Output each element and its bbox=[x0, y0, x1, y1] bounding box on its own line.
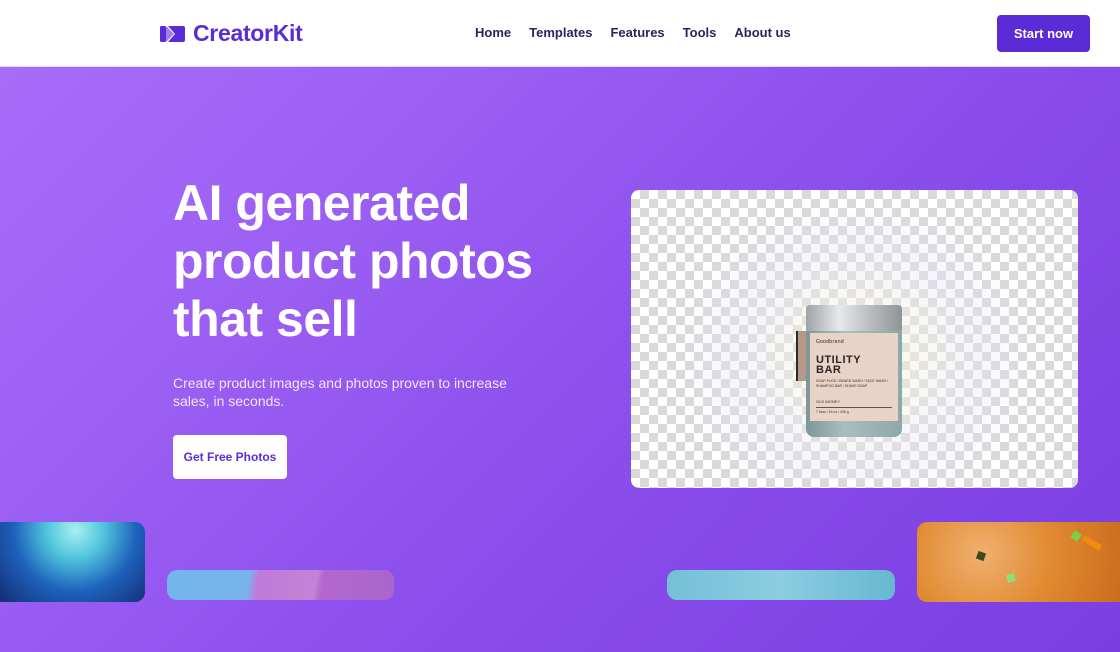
hero-product-image: Goodbrand UTILITY BAR SOAP PUCK / BEARD … bbox=[631, 190, 1078, 488]
play-video-icon bbox=[160, 25, 185, 43]
confetti-piece bbox=[1006, 573, 1016, 583]
headline-line-1: AI generated bbox=[173, 175, 470, 231]
product-weight: 7 bars / 16 oz / 426 g bbox=[816, 407, 892, 414]
jar-label: Goodbrand UTILITY BAR SOAP PUCK / BEARD … bbox=[810, 333, 898, 421]
product-brand: Goodbrand bbox=[816, 339, 844, 345]
headline-line-3: that sell bbox=[173, 291, 358, 347]
nav-link-about-us[interactable]: About us bbox=[734, 25, 790, 40]
confetti-piece bbox=[1070, 530, 1082, 542]
nav-links: Home Templates Features Tools About us bbox=[475, 25, 791, 40]
thumbnail-blue-purple-gradient[interactable] bbox=[167, 570, 394, 600]
nav-link-home[interactable]: Home bbox=[475, 25, 511, 40]
thumbnail-orange-confetti[interactable] bbox=[917, 522, 1120, 602]
start-now-button[interactable]: Start now bbox=[997, 15, 1090, 52]
thumbnail-teal-water[interactable] bbox=[667, 570, 895, 600]
nav-link-features[interactable]: Features bbox=[610, 25, 664, 40]
brand-logo[interactable]: CreatorKit bbox=[160, 20, 303, 47]
hero-headline: AI generated product photos that sell bbox=[173, 174, 573, 348]
top-navigation: CreatorKit Home Templates Features Tools… bbox=[0, 0, 1120, 67]
nav-link-tools[interactable]: Tools bbox=[683, 25, 717, 40]
thumbnail-blue-nebula[interactable] bbox=[0, 522, 145, 602]
product-jar: Goodbrand UTILITY BAR SOAP PUCK / BEARD … bbox=[796, 305, 906, 440]
product-scent: OLD MONEY bbox=[816, 399, 841, 404]
hero-subtext: Create product images and photos proven … bbox=[173, 375, 507, 409]
get-free-photos-button[interactable]: Get Free Photos bbox=[173, 435, 287, 479]
product-description: SOAP PUCK / BEARD WASH / FACE WASH / SHA… bbox=[816, 379, 889, 388]
jar-lid bbox=[806, 305, 902, 331]
product-title: UTILITY BAR bbox=[816, 355, 892, 376]
confetti-piece bbox=[975, 550, 987, 562]
confetti-piece bbox=[1081, 535, 1103, 551]
brand-name: CreatorKit bbox=[193, 20, 303, 46]
headline-line-2: product photos bbox=[173, 233, 533, 289]
nav-link-templates[interactable]: Templates bbox=[529, 25, 592, 40]
product-title-line-2: BAR bbox=[816, 364, 842, 376]
